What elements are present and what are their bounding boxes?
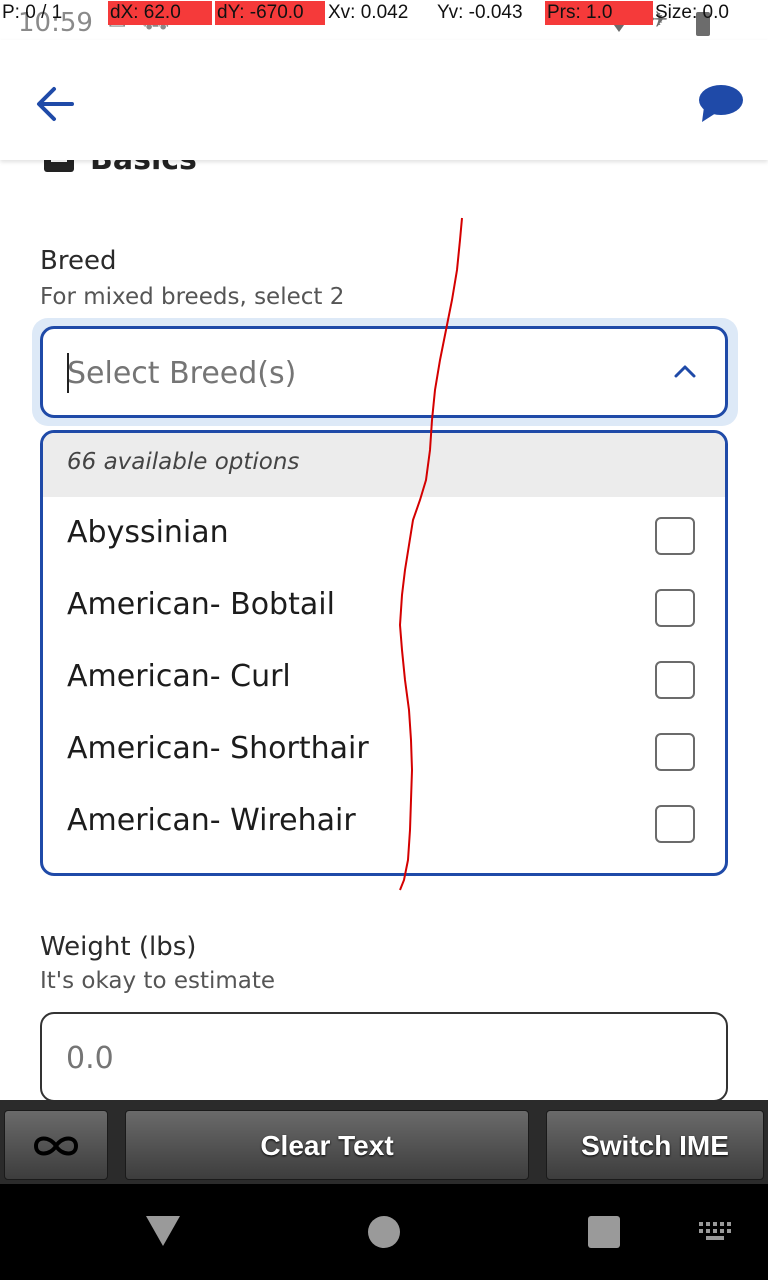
debug-dy: dY: -670.0 [215, 1, 325, 25]
keyboard-icon[interactable] [698, 1220, 732, 1242]
breed-option-abyssinian[interactable]: Abyssinian [43, 499, 725, 571]
chat-button[interactable] [692, 80, 748, 128]
home-circle-icon[interactable] [368, 1216, 400, 1248]
recents-square-icon[interactable] [588, 1216, 620, 1248]
option-label: American- Shorthair [67, 731, 369, 766]
weight-field[interactable] [40, 1012, 728, 1100]
chevron-up-icon[interactable] [673, 361, 697, 381]
option-checkbox[interactable] [655, 805, 695, 843]
navigation-bar [0, 1184, 768, 1280]
weight-label: Weight (lbs) [40, 932, 197, 962]
breed-options-dropdown: 66 available options Abyssinian American… [40, 430, 728, 876]
breed-option-american-shorthair[interactable]: American- Shorthair [43, 715, 725, 787]
option-checkbox[interactable] [655, 517, 695, 555]
breed-hint: For mixed breeds, select 2 [40, 284, 345, 310]
breed-option-american-wirehair[interactable]: American- Wirehair [43, 787, 725, 859]
back-button[interactable] [34, 84, 78, 124]
options-count-header: 66 available options [43, 433, 725, 497]
switch-ime-button[interactable]: Switch IME [546, 1110, 764, 1180]
option-checkbox[interactable] [655, 589, 695, 627]
debug-pointer: P: 0 / 1 [2, 2, 63, 23]
option-checkbox[interactable] [655, 733, 695, 771]
pointer-debug-overlay: P: 0 / 1 dX: 62.0 dY: -670.0 Xv: 0.042 Y… [0, 0, 768, 28]
breed-label: Breed [40, 246, 117, 276]
ime-toolbar: Clear Text Switch IME [0, 1100, 768, 1184]
debug-size: Size: 0.0 [655, 2, 729, 23]
option-label: American- Bobtail [67, 587, 335, 622]
clear-text-button[interactable]: Clear Text [125, 1110, 529, 1180]
app-bar [0, 40, 768, 160]
breed-option-american-curl[interactable]: American- Curl [43, 643, 725, 715]
text-cursor [67, 353, 69, 393]
debug-yv: Yv: -0.043 [437, 2, 523, 23]
section-title: Basics [90, 160, 197, 177]
infinity-button[interactable] [4, 1110, 108, 1180]
breed-option-american-bobtail[interactable]: American- Bobtail [43, 571, 725, 643]
option-label: American- Wirehair [67, 803, 356, 838]
arrow-left-icon [37, 87, 74, 121]
debug-dx: dX: 62.0 [108, 1, 212, 25]
infinity-icon [33, 1136, 79, 1156]
back-triangle-icon[interactable] [146, 1216, 180, 1246]
option-label: Abyssinian [67, 515, 229, 550]
clipboard-icon [44, 160, 74, 172]
chat-bubble-icon [699, 85, 743, 122]
weight-input[interactable] [66, 1036, 666, 1080]
form-content: Basics Breed For mixed breeds, select 2 … [0, 160, 768, 1100]
options-count-text: 66 available options [67, 449, 300, 475]
option-checkbox[interactable] [655, 661, 695, 699]
weight-hint: It's okay to estimate [40, 968, 276, 994]
breed-select[interactable] [40, 326, 728, 418]
breed-search-input[interactable] [67, 351, 627, 395]
debug-prs: Prs: 1.0 [545, 1, 653, 25]
debug-xv: Xv: 0.042 [328, 2, 409, 23]
option-label: American- Curl [67, 659, 291, 694]
